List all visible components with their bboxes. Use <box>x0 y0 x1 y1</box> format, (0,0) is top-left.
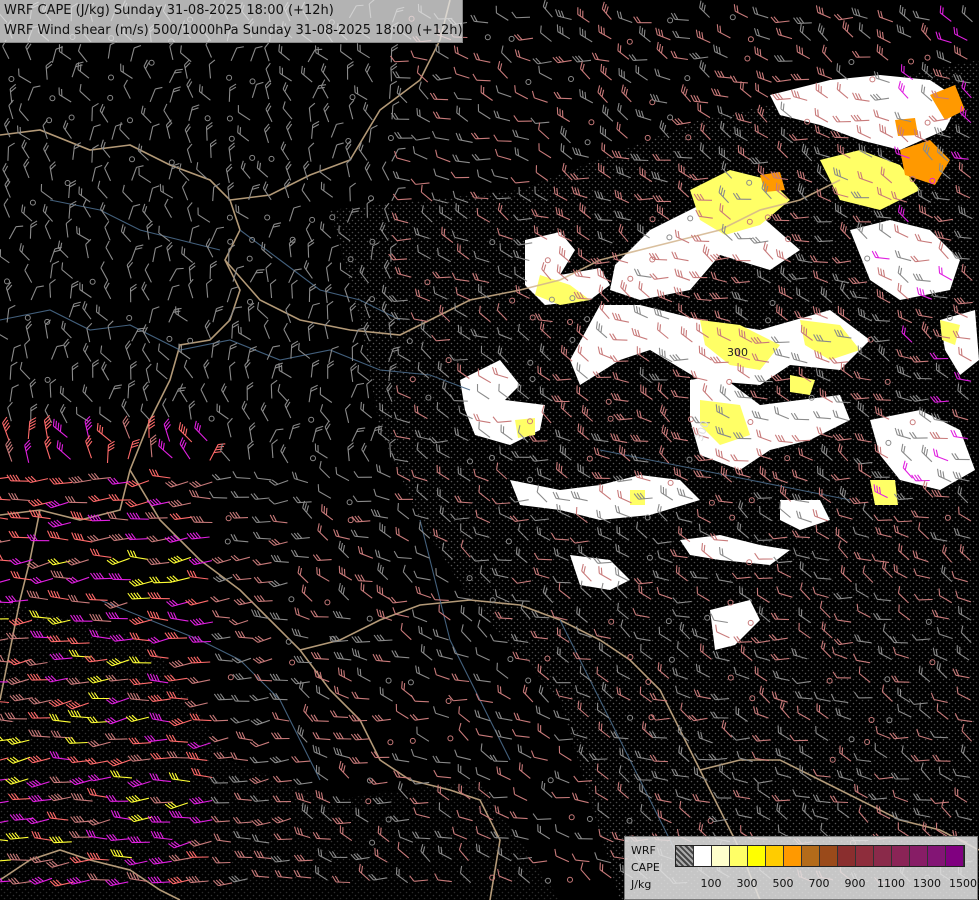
legend-swatch <box>820 846 838 866</box>
legend-swatch <box>748 846 766 866</box>
wind-shear-title: WRF Wind shear (m/s) 500/1000hPa Sunday … <box>4 23 463 38</box>
legend-swatch <box>874 846 892 866</box>
legend-color-bar <box>675 845 965 867</box>
legend-caption-variable: CAPE <box>631 861 660 874</box>
legend-tick-label: 900 <box>844 877 866 890</box>
legend-swatch <box>928 846 946 866</box>
legend-tick-label: 1100 <box>877 877 905 890</box>
legend-tick-label: 100 <box>700 877 722 890</box>
legend-caption-model: WRF <box>631 844 656 857</box>
legend-tick-label: 500 <box>772 877 794 890</box>
legend-swatch <box>730 846 748 866</box>
legend-swatch <box>766 846 784 866</box>
map-title-box: WRF CAPE (J/kg) Sunday 31-08-2025 18:00 … <box>0 0 463 43</box>
legend-tick-label: 300 <box>736 877 758 890</box>
legend-tick-label: 1500 <box>949 877 977 890</box>
cape-title: WRF CAPE (J/kg) Sunday 31-08-2025 18:00 … <box>4 3 334 18</box>
legend-tick-label: 700 <box>808 877 830 890</box>
legend-swatch <box>892 846 910 866</box>
legend-tick-label: 1300 <box>913 877 941 890</box>
legend-swatch <box>676 846 694 866</box>
legend-swatch <box>856 846 874 866</box>
legend-swatch <box>838 846 856 866</box>
legend-swatch <box>712 846 730 866</box>
legend-swatch <box>694 846 712 866</box>
legend-swatch <box>946 846 964 866</box>
weather-map: 300 300 <box>0 0 979 900</box>
contour-label: 300 <box>727 346 748 359</box>
legend-swatch <box>802 846 820 866</box>
legend-swatch <box>784 846 802 866</box>
legend-caption-unit: J/kg <box>631 878 652 891</box>
cape-legend: WRF CAPE J/kg 100 300 500 700 900 1100 1300 150… <box>624 836 978 900</box>
legend-swatch <box>910 846 928 866</box>
legend-tick-labels: 100 300 500 700 900 1100 1300 1500 <box>675 877 978 893</box>
